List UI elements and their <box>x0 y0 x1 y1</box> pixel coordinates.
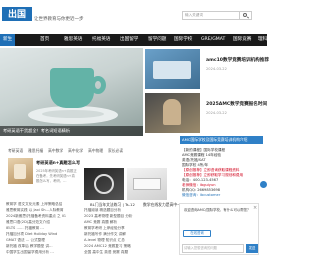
list-item[interactable]: A-level 物理 知识点 汇总 <box>84 238 174 243</box>
list-item[interactable]: 2024 AMC12 竞赛复习 策略 <box>84 244 174 249</box>
nav-item-competition[interactable]: 国际竞赛 <box>233 34 251 46</box>
card-thumbnail[interactable] <box>145 49 200 89</box>
list-item[interactable]: 新托福 改革后 教学题型 讲… <box>6 244 66 249</box>
nav-item-toefl[interactable]: 托福英语 <box>92 34 110 46</box>
main-nav: 新生 首页 雅思英语 托福英语 出国留学 留学问题 国际学校 GRE/GMAT … <box>0 34 267 46</box>
card-desc: 题怎么写，考研，… <box>36 179 67 183</box>
list-item[interactable]: 雅思口语(2D)高分范文介绍 <box>6 220 66 225</box>
featured-card[interactable]: 2025AMC数学竞赛报名时间 2024-03-22 <box>145 93 267 133</box>
card-title[interactable]: amc10数学竞赛培训机构推荐 <box>206 57 269 63</box>
featured-card[interactable]: amc10数学竞赛培训机构推荐 2024-03-22 <box>145 49 269 89</box>
tab-math[interactable]: 高中数学 <box>48 148 63 154</box>
site-slogan: 让世界教育与你更近一步 <box>34 17 84 22</box>
chat-panel: 欢迎咨询AMC/国际学校，有什么可以帮您？ × 在线咨询 请输入您想咨询的问题 … <box>179 203 259 255</box>
list-item[interactable]: AMC 竞赛 真题 解析 <box>84 220 174 225</box>
consult-button[interactable]: 在线咨询 <box>183 230 211 237</box>
list-item[interactable]: 托福阅读 精选题目分析 <box>84 208 174 213</box>
list-item[interactable]: 雅思教育实践 以 Jaxi Sh…人际教育 <box>6 208 66 213</box>
consult-notice: AMC国际学校及国际竞赛培训机构介绍 【新的课程】国际学校课程 AMC竞赛课程 … <box>180 136 263 198</box>
list-item[interactable]: 中国学生出国留学费用分析 … <box>6 250 66 255</box>
tab-kaoyan[interactable]: 考研英语 <box>8 148 23 154</box>
tab-parents[interactable]: 家长必读 <box>108 148 123 154</box>
left-article-card[interactable]: 考研英语n+真题怎么写 2025年考研英语n+真题正 在备考，先考研英语n+真 … <box>8 158 80 188</box>
card-title[interactable]: 2025AMC数学竞赛报名时间 <box>206 101 267 107</box>
nav-item-home[interactable]: 新生 <box>0 34 16 46</box>
search-input[interactable]: 输入关键词 <box>182 11 240 20</box>
nav-item-study-abroad[interactable]: 出国留学 <box>120 34 138 46</box>
list-item[interactable]: 2024新雅思/托福备考资料重点 之 IG <box>6 214 66 219</box>
card-thumbnail[interactable] <box>8 158 33 184</box>
nav-item-index[interactable]: 首页 <box>40 34 49 46</box>
card-thumbnail[interactable] <box>145 93 200 133</box>
hero-slider[interactable]: 考研英语干货超全！考名词短语精析 <box>0 48 143 136</box>
list-item[interactable]: GMAT 语法 … 公式整理 <box>6 238 66 243</box>
card-title[interactable]: 考研英语n+真题怎么写 <box>36 160 80 166</box>
list-item[interactable]: 全国 高中生 英语 竞赛 真题 <box>84 250 174 255</box>
cup-image <box>50 68 94 108</box>
article-thumbnail[interactable] <box>84 168 124 200</box>
notice-consult[interactable]: 微信咨询：ibcustomer <box>182 193 220 198</box>
chat-toggle-icon[interactable] <box>260 181 267 188</box>
card-date: 2024-03-22 <box>206 111 227 115</box>
tab-chemistry[interactable]: 高中化学 <box>68 148 83 154</box>
article-thumbnail[interactable] <box>127 168 167 200</box>
nav-item-intl-school[interactable]: 国际学校 <box>174 34 192 46</box>
send-button[interactable]: 发送 <box>246 244 258 253</box>
list-item[interactable]: 教育学考研 上岸经验分享 <box>84 226 174 231</box>
card-date: 2024-03-22 <box>206 67 227 71</box>
list-item[interactable]: 2023 高考物理 新型题目 分析 <box>84 214 174 219</box>
list-item[interactable]: 托福加分项 Diet Holiday Wind <box>6 232 66 237</box>
search-button[interactable] <box>240 11 252 20</box>
notice-header: AMC国际学校及国际竞赛培训机构介绍 <box>180 136 263 144</box>
site-header: 出国 让世界教育与你更近一步 输入关键词 <box>0 0 267 34</box>
tab-physics[interactable]: 高中物理 <box>88 148 103 154</box>
list-item[interactable]: IELTS …… 托福教育 … <box>6 226 66 231</box>
nav-item-gre[interactable]: GRE/GMAT <box>201 34 225 46</box>
chat-greeting: 欢迎咨询AMC/国际学校，有什么可以帮您？ <box>184 208 250 212</box>
close-icon[interactable]: × <box>253 205 257 211</box>
nav-item-science[interactable]: 理科 <box>258 34 267 46</box>
nav-item-questions[interactable]: 留学问题 <box>148 34 166 46</box>
list-item[interactable]: 新托福写作 满分作文 讲解 <box>84 232 174 237</box>
site-logo[interactable]: 出国 <box>2 7 32 21</box>
nav-item-ielts[interactable]: 雅思英语 <box>64 34 82 46</box>
list-item[interactable]: 教育学 语文文化元素 上岸策略总结 <box>6 202 66 207</box>
slider-caption[interactable]: 考研英语干货超全！考名词短语精析 <box>0 126 143 136</box>
tab-ielts-toefl[interactable]: 雅思托福 <box>28 148 43 154</box>
chat-input[interactable]: 请输入您想咨询的问题 <box>182 244 244 253</box>
